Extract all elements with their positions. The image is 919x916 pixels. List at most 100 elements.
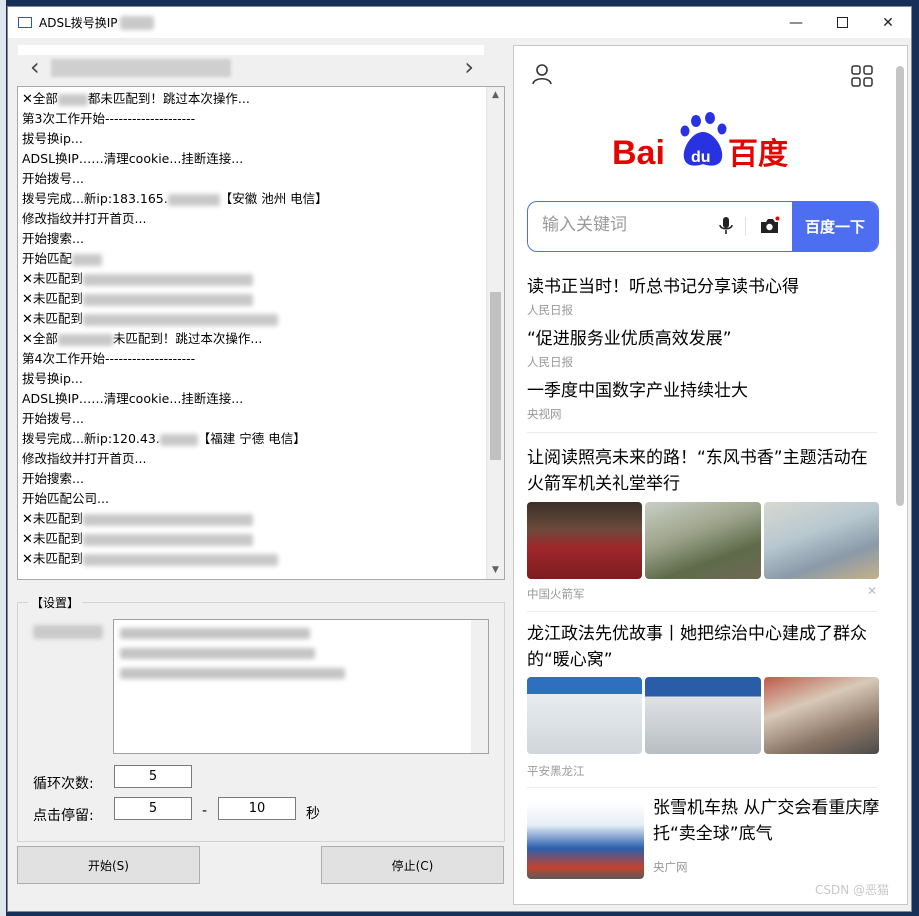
redacted-text [82, 513, 253, 526]
logo-du: du [691, 149, 711, 166]
minimize-button[interactable]: — [773, 7, 819, 38]
log-text: 开始搜索... [22, 471, 84, 486]
news-item[interactable]: 一季度中国数字产业持续壮大 央视网 [527, 378, 877, 422]
news-title[interactable]: “促进服务业优质高效发展” [527, 326, 877, 352]
close-icon[interactable]: ✕ [867, 584, 877, 598]
news-divider [527, 611, 877, 612]
window-app-icon [18, 17, 32, 28]
news-title[interactable]: 让阅读照亮未来的路！“东风书香”主题活动在火箭军机关礼堂举行 [527, 445, 877, 497]
redacted-text [82, 313, 278, 326]
log-output[interactable]: ✕全部 都未匹配到！跳过本次操作... 第3次工作开始---------------… [17, 86, 505, 580]
scroll-up-icon[interactable]: ▲ [487, 87, 504, 104]
close-button[interactable]: ✕ [865, 7, 911, 38]
news-source: 人民日报 [527, 355, 573, 369]
redacted-settings-label [33, 625, 103, 639]
nav-back-icon[interactable]: ‹ [30, 55, 40, 79]
news-image-row[interactable] [527, 502, 879, 579]
log-text: 未匹配到 [32, 511, 83, 526]
redacted-text [82, 293, 253, 306]
log-text: 未匹配到 [32, 551, 83, 566]
news-meta: 平安黑龙江 [527, 761, 877, 779]
apps-grid-icon[interactable] [851, 65, 873, 87]
log-text: 开始搜索... [22, 231, 84, 246]
news-source: 平安黑龙江 [527, 764, 585, 778]
log-text: 全部 [32, 91, 58, 106]
log-text: 【安徽 池州 电信】 [219, 191, 328, 206]
log-text: 【福建 宁德 电信】 [197, 431, 306, 446]
redacted-text [120, 628, 310, 639]
nav-row: ‹ › [18, 55, 484, 79]
news-title[interactable]: 读书正当时！听总书记分享读书心得 [527, 274, 877, 300]
log-line: 开始搜索... [22, 229, 486, 249]
log-line: ADSL换IP……清理cookie...挂断连接... [22, 389, 486, 409]
microphone-icon[interactable] [718, 217, 734, 235]
news-meta: 中国火箭军 ✕ [527, 584, 877, 602]
news-item[interactable]: 让阅读照亮未来的路！“东风书香”主题活动在火箭军机关礼堂举行 [527, 445, 877, 497]
log-line: 第3次工作开始-------------------- [22, 109, 486, 129]
log-text: 全部 [32, 331, 58, 346]
news-title[interactable]: 龙江政法先优故事丨她把综治中心建成了群众的“暖心窝” [527, 621, 877, 673]
news-image-row[interactable] [527, 677, 879, 754]
search-button[interactable]: 百度一下 [792, 202, 878, 251]
redacted-url [51, 59, 231, 77]
user-icon[interactable] [531, 63, 553, 85]
news-item[interactable]: 读书正当时！听总书记分享读书心得 人民日报 [527, 274, 877, 318]
stay-min-input[interactable]: 5 [114, 797, 192, 820]
settings-keywords-textarea[interactable] [113, 619, 489, 754]
fail-icon: ✕ [22, 312, 33, 327]
browser-scrollbar[interactable] [896, 66, 904, 506]
scroll-thumb[interactable] [490, 292, 501, 460]
loop-count-input[interactable]: 5 [114, 765, 192, 788]
news-image[interactable] [527, 502, 643, 579]
scroll-down-icon[interactable]: ▼ [487, 562, 504, 579]
stop-button[interactable]: 停止(C) [321, 846, 504, 884]
log-text: 开始匹配公司... [22, 491, 109, 506]
stay-max-input[interactable]: 10 [218, 797, 296, 820]
news-image[interactable] [645, 502, 761, 579]
camera-icon[interactable] [760, 216, 780, 235]
news-item[interactable]: 张雪机车热 从广交会看重庆摩托“卖全球”底气 央广网 [653, 795, 881, 875]
log-line: ✕全部 未匹配到！跳过本次操作... [22, 329, 486, 349]
fail-icon: ✕ [22, 512, 33, 527]
log-line: ✕未匹配到 [22, 549, 486, 569]
maximize-button[interactable] [819, 7, 865, 38]
start-button[interactable]: 开始(S) [17, 846, 200, 884]
window-title: ADSL拨号换IP [39, 16, 118, 30]
news-image[interactable] [763, 502, 879, 579]
news-thumbnail[interactable] [527, 802, 644, 879]
log-text: 拔号换ip... [22, 131, 83, 146]
redacted-text [120, 668, 345, 679]
news-item[interactable]: 龙江政法先优故事丨她把综治中心建成了群众的“暖心窝” [527, 621, 877, 673]
news-title[interactable]: 一季度中国数字产业持续壮大 [527, 378, 877, 404]
news-image[interactable] [645, 677, 761, 754]
log-line: ✕未匹配到 [22, 289, 486, 309]
log-text: 拨号完成...新ip:183.165. [22, 191, 168, 206]
logo-bai: Bai [612, 134, 665, 172]
log-text: 未匹配到 [32, 531, 83, 546]
log-line: 开始拨号... [22, 169, 486, 189]
log-line: ADSL换IP……清理cookie...挂断连接... [22, 149, 486, 169]
search-input[interactable]: 输入关键词 [542, 202, 627, 249]
log-line: 开始匹配公司... [22, 489, 486, 509]
news-source: 人民日报 [527, 303, 573, 317]
redacted-text [57, 333, 113, 346]
title-bar[interactable]: ADSL拨号换IP — ✕ [8, 7, 911, 38]
log-text: 拔号换ip... [22, 371, 83, 386]
log-text: 开始匹配 [22, 251, 73, 266]
news-image[interactable] [763, 677, 879, 754]
textarea-scrollbar[interactable] [471, 620, 488, 753]
news-title[interactable]: 张雪机车热 从广交会看重庆摩托“卖全球”底气 [653, 795, 881, 847]
app-window: ADSL拨号换IP — ✕ ‹ › ✕全部 都未匹配到！跳过本次操作... 第3次工… [7, 6, 912, 912]
search-box[interactable]: 输入关键词 百度一下 [527, 201, 879, 252]
log-line: ✕未匹配到 [22, 269, 486, 289]
news-item[interactable]: “促进服务业优质高效发展” 人民日报 [527, 326, 877, 370]
nav-forward-icon[interactable]: › [464, 55, 474, 79]
news-image[interactable] [527, 677, 643, 754]
log-text: 未匹配到！跳过本次操作... [112, 331, 263, 346]
log-scrollbar[interactable]: ▲ ▼ [486, 87, 504, 579]
redacted-text [120, 648, 315, 659]
log-text: 修改指纹并打开首页... [22, 451, 147, 466]
settings-group: 【设置】 循环次数: 5 点击停留: 5 - 10 秒 [17, 594, 505, 842]
fail-icon: ✕ [22, 292, 33, 307]
log-text: 修改指纹并打开首页... [22, 211, 147, 226]
